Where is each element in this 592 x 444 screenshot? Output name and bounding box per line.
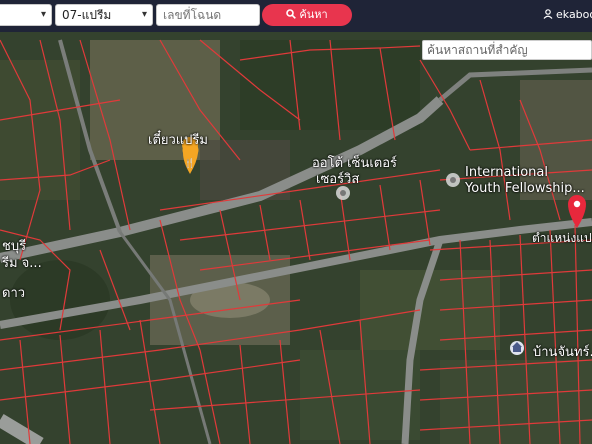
chevron-down-icon: ▾ <box>40 9 46 20</box>
search-button[interactable]: ค้นหา <box>262 4 352 26</box>
search-button-label: ค้นหา <box>299 8 328 21</box>
chevron-down-icon: ▾ <box>141 9 147 20</box>
district-select-value: 07-แปรีม <box>62 8 112 22</box>
search-icon <box>286 9 297 19</box>
poi-auto-center-label-2: เซอร์วิส <box>316 172 360 187</box>
map-label-cut-2: รีม จ... <box>2 256 42 271</box>
top-bar: ▾ 07-แปรีม ▾ ค้นหา ekaboo <box>0 0 592 32</box>
poi-ifyouth-label-2: Youth Fellowship... <box>465 181 585 196</box>
deed-number-input[interactable] <box>156 4 260 26</box>
home-icon[interactable] <box>510 341 524 355</box>
user-menu[interactable]: ekaboo <box>543 8 592 21</box>
user-icon <box>543 9 553 19</box>
pin-label: ตำแหน่งแปล <box>532 231 592 245</box>
district-select[interactable]: 07-แปรีม ▾ <box>55 4 153 26</box>
user-name: ekaboo <box>556 8 592 21</box>
poi-ifyouth-label-1: International <box>465 165 548 180</box>
province-select[interactable]: ▾ <box>0 4 52 26</box>
poi-village-label: บ้านจันทร์... <box>533 345 592 360</box>
poi-restaurant-label: เตี๋ยวแปรีม <box>148 133 208 148</box>
map-label-cut-3: ดาว <box>2 286 26 301</box>
place-search-input[interactable]: ค้นหาสถานที่สำคัญ <box>422 40 592 60</box>
place-pin-icon[interactable] <box>446 173 460 187</box>
satellite-map[interactable]: 🍴 <box>0 32 592 444</box>
svg-text:🍴: 🍴 <box>184 157 195 169</box>
